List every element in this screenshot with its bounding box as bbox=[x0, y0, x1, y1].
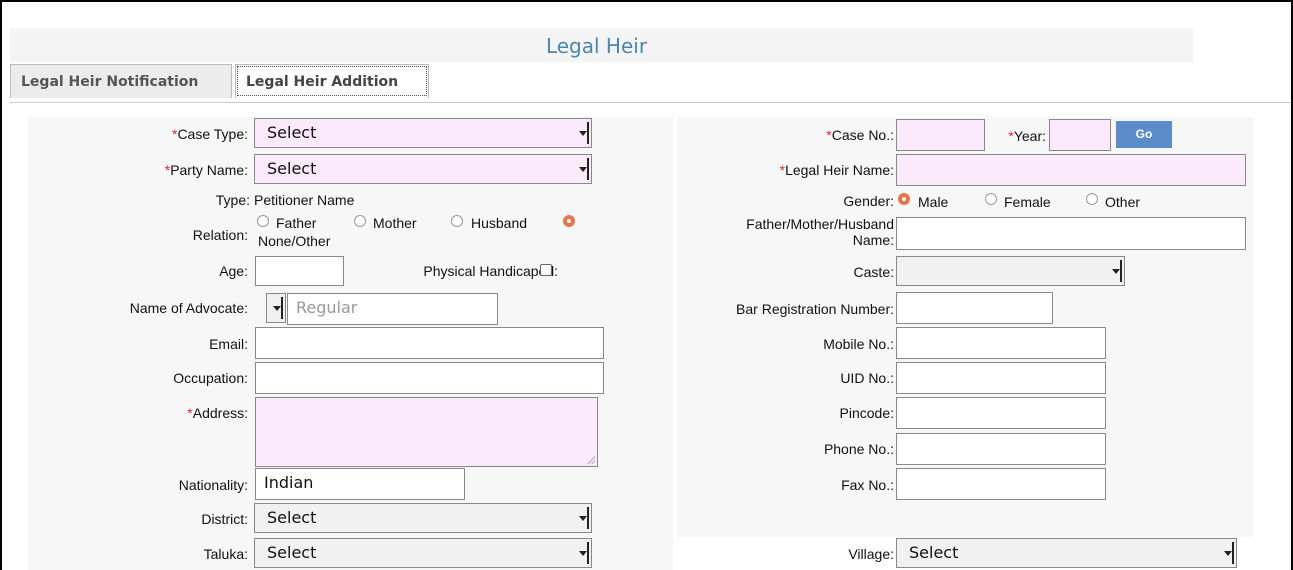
address-textarea[interactable] bbox=[255, 397, 598, 467]
gender-male-radio[interactable] bbox=[898, 193, 910, 205]
fmh-name-input[interactable] bbox=[896, 217, 1246, 250]
fax-input[interactable] bbox=[896, 468, 1106, 500]
email-input[interactable] bbox=[255, 327, 604, 359]
uid-label: UID No.: bbox=[840, 370, 894, 386]
tab-legal-heir-addition[interactable]: Legal Heir Addition bbox=[235, 64, 429, 98]
case-type-select[interactable]: Select bbox=[254, 118, 592, 148]
nationality-label: Nationality: bbox=[178, 477, 248, 493]
gender-male-label: Male bbox=[918, 194, 949, 210]
relation-husband-label: Husband bbox=[471, 215, 528, 231]
nationality-value: Indian bbox=[264, 473, 314, 492]
phone-label: Phone No.: bbox=[823, 441, 894, 457]
relation-none-other-label: None/Other bbox=[258, 233, 331, 249]
taluka-value: Select bbox=[267, 543, 317, 562]
taluka-select[interactable]: Select bbox=[254, 538, 592, 568]
relation-father-radio[interactable] bbox=[257, 215, 269, 227]
gender-female-radio[interactable] bbox=[985, 193, 997, 205]
district-value: Select bbox=[267, 508, 317, 527]
advocate-name-input[interactable]: Regular bbox=[287, 293, 498, 325]
case-type-value: Select bbox=[267, 123, 317, 142]
case-no-input[interactable] bbox=[896, 119, 985, 151]
chevron-down-icon bbox=[579, 507, 589, 529]
age-input[interactable] bbox=[255, 256, 344, 286]
village-value: Select bbox=[909, 543, 959, 562]
tab-legal-heir-notification[interactable]: Legal Heir Notification bbox=[10, 64, 232, 98]
village-select[interactable]: Select bbox=[896, 538, 1237, 568]
pincode-label: Pincode: bbox=[839, 405, 894, 421]
fmh-name-label: Father/Mother/Husband Name: bbox=[746, 216, 894, 248]
address-label: *Address: bbox=[187, 405, 248, 421]
legal-heir-form: *Case Type: Select *Party Name: Select T… bbox=[28, 117, 1253, 570]
legal-heir-name-label: *Legal Heir Name: bbox=[779, 162, 894, 178]
advocate-type-select[interactable] bbox=[266, 293, 286, 323]
party-name-value: Select bbox=[267, 159, 317, 178]
resize-handle-icon[interactable] bbox=[587, 456, 595, 464]
relation-husband-radio[interactable] bbox=[451, 215, 463, 227]
occupation-label: Occupation: bbox=[173, 370, 248, 386]
case-type-label: *Case Type: bbox=[171, 126, 248, 142]
nationality-input[interactable]: Indian bbox=[255, 468, 465, 500]
chevron-down-icon bbox=[273, 297, 283, 319]
age-label: Age: bbox=[219, 263, 248, 279]
page-title: Legal Heir bbox=[545, 34, 648, 58]
name-of-advocate-label: Name of Advocate: bbox=[129, 300, 248, 316]
physical-handicaped-checkbox[interactable] bbox=[540, 264, 552, 276]
chevron-down-icon bbox=[579, 542, 589, 564]
chevron-down-icon bbox=[579, 158, 589, 180]
go-button[interactable]: Go bbox=[1116, 121, 1172, 148]
type-label: Type: bbox=[215, 192, 250, 208]
caste-label: Caste: bbox=[853, 264, 894, 280]
chevron-down-icon bbox=[1224, 542, 1234, 564]
district-select[interactable]: Select bbox=[254, 503, 592, 533]
occupation-input[interactable] bbox=[255, 362, 604, 394]
mobile-label: Mobile No.: bbox=[823, 336, 894, 352]
bar-registration-input[interactable] bbox=[896, 292, 1053, 324]
bar-registration-label: Bar Registration Number: bbox=[736, 301, 894, 317]
year-input[interactable] bbox=[1049, 119, 1111, 151]
physical-handicaped-label: Physical Handicaped: bbox=[423, 263, 558, 279]
gender-other-label: Other bbox=[1105, 194, 1141, 210]
caste-select[interactable] bbox=[896, 256, 1125, 286]
pincode-input[interactable] bbox=[896, 397, 1106, 429]
relation-none-other-radio[interactable] bbox=[563, 215, 575, 227]
fax-label: Fax No.: bbox=[841, 477, 894, 493]
chevron-down-icon bbox=[1112, 260, 1122, 282]
case-no-label: *Case No.: bbox=[826, 127, 894, 143]
village-label: Village: bbox=[848, 546, 894, 562]
gender-other-radio[interactable] bbox=[1086, 193, 1098, 205]
district-label: District: bbox=[201, 511, 248, 527]
legal-heir-name-input[interactable] bbox=[896, 154, 1246, 186]
uid-input[interactable] bbox=[896, 362, 1106, 394]
gender-female-label: Female bbox=[1004, 194, 1051, 210]
advocate-placeholder: Regular bbox=[296, 298, 358, 317]
mobile-input[interactable] bbox=[896, 327, 1106, 359]
party-name-label: *Party Name: bbox=[164, 162, 248, 178]
relation-mother-label: Mother bbox=[373, 215, 417, 231]
email-label: Email: bbox=[209, 336, 248, 352]
year-label: *Year: bbox=[1008, 128, 1046, 144]
type-value: Petitioner Name bbox=[254, 192, 355, 208]
tab-bar: Legal Heir Notification Legal Heir Addit… bbox=[10, 64, 1291, 103]
relation-mother-radio[interactable] bbox=[354, 215, 366, 227]
taluka-label: Taluka: bbox=[203, 546, 248, 562]
relation-father-label: Father bbox=[276, 215, 317, 231]
phone-input[interactable] bbox=[896, 433, 1106, 465]
party-name-select[interactable]: Select bbox=[254, 154, 592, 184]
chevron-down-icon bbox=[579, 122, 589, 144]
relation-label: Relation: bbox=[192, 227, 248, 243]
gender-label: Gender: bbox=[843, 193, 894, 209]
